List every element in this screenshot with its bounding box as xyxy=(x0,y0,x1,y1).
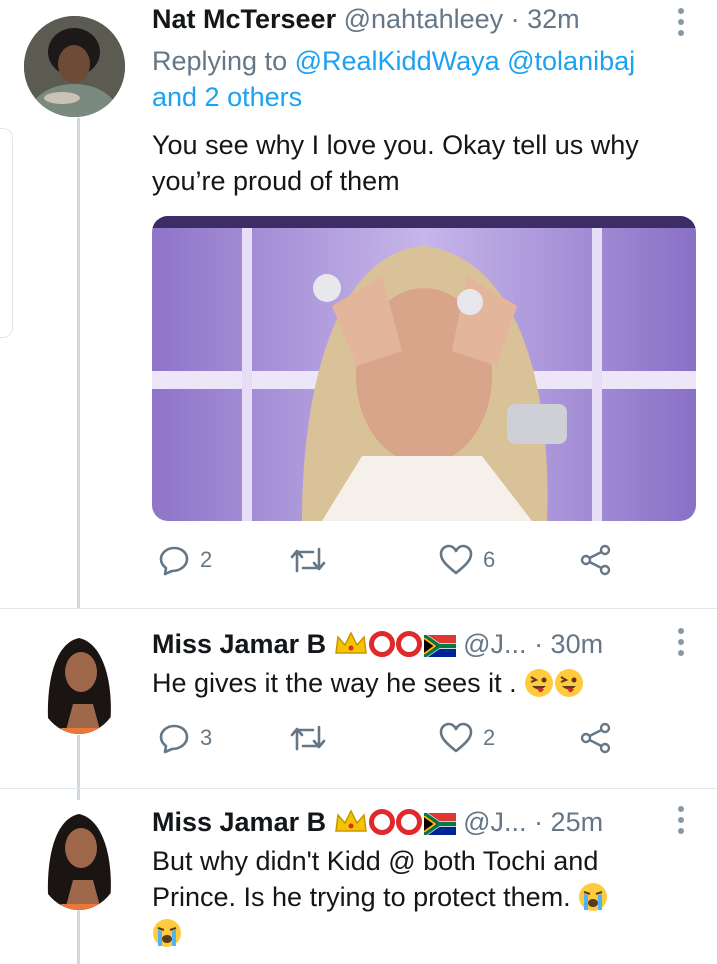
like-count: 2 xyxy=(483,725,496,750)
thread-line xyxy=(77,735,80,805)
avatar[interactable] xyxy=(35,624,123,734)
squinting-tongue-emoji-icon xyxy=(525,669,554,697)
retweet-button[interactable] xyxy=(290,722,326,754)
side-card-edge xyxy=(0,128,13,338)
tweet-divider xyxy=(0,788,717,789)
retweet-button[interactable] xyxy=(290,544,326,576)
like-button[interactable]: 6 xyxy=(439,544,495,576)
heart-icon xyxy=(439,722,473,753)
author-handle[interactable]: @nahtahleey xyxy=(344,4,504,34)
reply-button[interactable]: 2 xyxy=(158,544,212,576)
mention-others-link[interactable]: and 2 others xyxy=(152,82,302,112)
avatar-image xyxy=(35,800,123,910)
mention-link[interactable]: @tolanibaj xyxy=(507,46,635,76)
more-options-icon[interactable] xyxy=(678,8,686,36)
avatar[interactable] xyxy=(35,800,123,910)
tweet-actions: 3 2 xyxy=(152,722,622,758)
reply-button[interactable]: 3 xyxy=(158,722,212,754)
thread-line xyxy=(77,905,80,964)
author-handle[interactable]: @J... xyxy=(463,807,526,837)
retweet-icon xyxy=(290,725,326,751)
crown-icon xyxy=(334,631,367,654)
tweet-text-line: you’re proud of them xyxy=(152,166,400,196)
author-handle[interactable]: @J... xyxy=(463,629,526,659)
red-circle-icon xyxy=(368,631,395,657)
reply-count: 2 xyxy=(200,547,213,572)
replying-to: Replying to @RealKiddWaya @tolanibaj and… xyxy=(152,43,682,115)
red-circle-icon xyxy=(395,631,422,657)
tweet-text: He gives it the way he sees it . xyxy=(152,665,692,701)
red-circle-icon xyxy=(395,809,422,835)
tweet-text: You see why I love you. Okay tell us why… xyxy=(152,127,692,199)
crown-icon xyxy=(334,809,367,832)
heart-icon xyxy=(439,544,473,575)
share-icon xyxy=(580,722,611,754)
tweet-text-line: He gives it the way he sees it . xyxy=(152,668,517,698)
avatar-image xyxy=(24,16,125,117)
more-options-icon[interactable] xyxy=(678,806,686,834)
avatar[interactable] xyxy=(24,16,125,117)
author-name[interactable]: Miss Jamar B xyxy=(152,807,326,837)
author-name[interactable]: Nat McTerseer xyxy=(152,4,336,34)
tweet-header: Miss Jamar B @J... · 25m xyxy=(152,806,603,838)
red-circle-icon xyxy=(368,809,395,835)
replying-to-label: Replying to xyxy=(152,46,288,76)
tweet-text-line: Prince. Is he trying to protect them. xyxy=(152,882,571,912)
tweet-text: But why didn't Kidd @ both Tochi and Pri… xyxy=(152,843,692,951)
avatar-image xyxy=(35,624,123,734)
tweet-time[interactable]: · 32m xyxy=(511,4,580,34)
media-photo xyxy=(152,216,696,521)
reply-count: 3 xyxy=(200,725,213,750)
tweet-header: Nat McTerseer @nahtahleey · 32m xyxy=(152,3,580,35)
retweet-icon xyxy=(290,547,326,573)
tweet-time[interactable]: · 30m xyxy=(534,629,603,659)
tweet-media-image[interactable] xyxy=(152,216,696,521)
south-africa-flag-icon xyxy=(423,635,456,657)
south-africa-flag-icon xyxy=(423,813,456,835)
loudly-crying-emoji-icon xyxy=(153,919,181,947)
author-name[interactable]: Miss Jamar B xyxy=(152,629,326,659)
loudly-crying-emoji-icon xyxy=(579,883,608,911)
tweet-divider xyxy=(0,608,717,609)
reply-icon xyxy=(159,546,189,576)
squinting-tongue-emoji-icon xyxy=(555,669,584,697)
tweet-actions: 2 6 xyxy=(152,544,622,580)
tweet-text-line: You see why I love you. Okay tell us why xyxy=(152,130,639,160)
tweet-text-line: But why didn't Kidd @ both Tochi and xyxy=(152,846,599,876)
share-button[interactable] xyxy=(580,722,612,754)
tweet-time[interactable]: · 25m xyxy=(534,807,603,837)
thread-line xyxy=(77,118,80,608)
like-button[interactable]: 2 xyxy=(439,722,495,754)
share-icon xyxy=(580,544,611,576)
mention-link[interactable]: @RealKiddWaya xyxy=(295,46,500,76)
tweet-header: Miss Jamar B @J... · 30m xyxy=(152,628,603,660)
more-options-icon[interactable] xyxy=(678,628,686,656)
reply-icon xyxy=(159,724,189,754)
like-count: 6 xyxy=(483,547,496,572)
share-button[interactable] xyxy=(580,544,612,576)
